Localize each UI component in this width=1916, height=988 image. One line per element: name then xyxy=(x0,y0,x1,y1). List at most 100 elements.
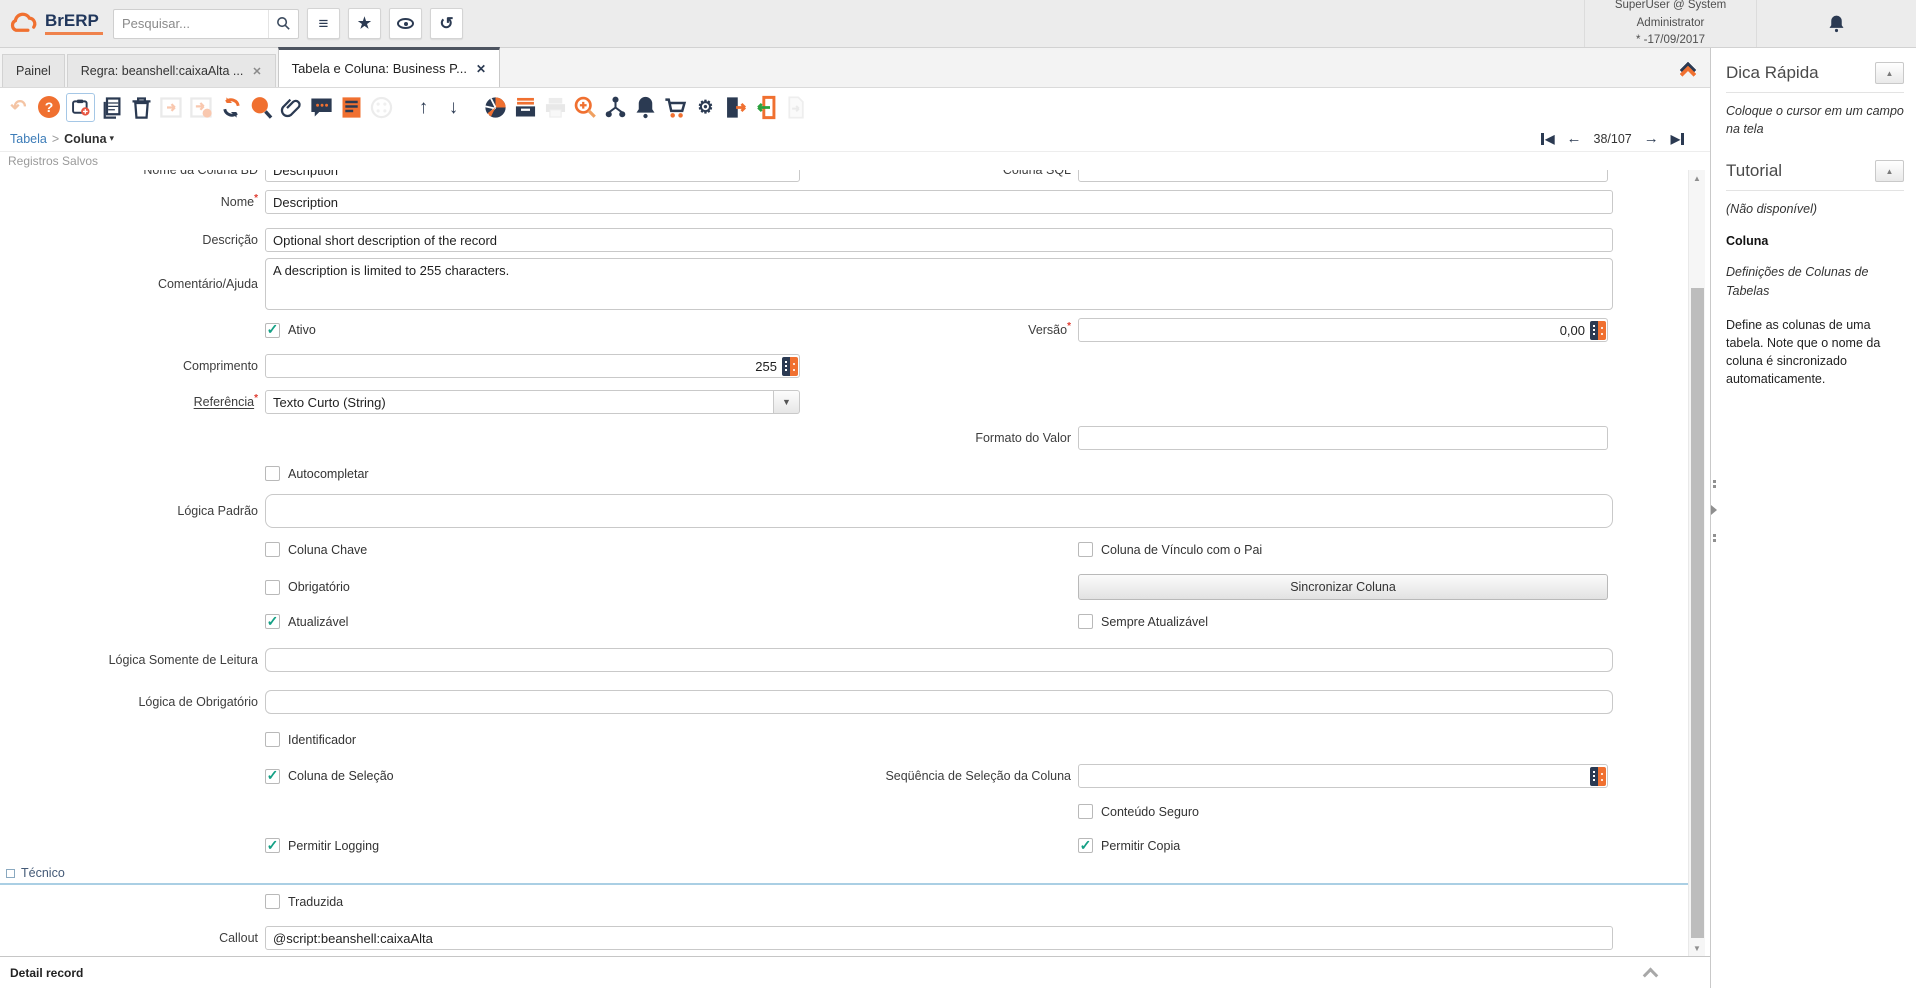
expand-detail-icon[interactable] xyxy=(1642,967,1659,984)
nome-coluna-bd-field[interactable]: Description xyxy=(265,170,800,182)
obrigatorio-checkbox[interactable] xyxy=(265,579,280,595)
workflow-icon[interactable] xyxy=(602,94,629,121)
customize-icon[interactable] xyxy=(368,94,395,121)
autocompletar-checkbox[interactable] xyxy=(265,466,280,481)
logica-obrigatorio-field[interactable] xyxy=(265,690,1613,714)
vertical-scrollbar[interactable]: ▲ ▼ xyxy=(1688,170,1705,956)
ativo-checkbox[interactable]: ✓ xyxy=(265,322,280,338)
window-tabstrip: Painel Regra: beanshell:caixaAlta ... ✕ T… xyxy=(0,47,1710,88)
close-icon[interactable]: ✕ xyxy=(252,65,261,78)
permitir-copia-checkbox[interactable]: ✓ xyxy=(1078,838,1093,853)
new-record-button[interactable] xyxy=(66,92,95,122)
tab-regra[interactable]: Regra: beanshell:caixaAlta ... ✕ xyxy=(66,54,276,87)
search-input[interactable] xyxy=(114,16,268,31)
logo-tagline xyxy=(45,32,103,35)
user-menu[interactable]: SuperUser @ System Administrator * -17/0… xyxy=(1584,0,1756,47)
tab-painel[interactable]: Painel xyxy=(2,54,65,87)
coluna-sql-field[interactable] xyxy=(1078,170,1608,182)
atualizavel-checkbox[interactable]: ✓ xyxy=(265,614,280,629)
combo-arrow-button[interactable]: ▼ xyxy=(774,390,800,414)
calculator-icon[interactable] xyxy=(1590,767,1606,786)
checkbox-label: Traduzida xyxy=(288,894,344,909)
first-record-icon[interactable]: ◀ xyxy=(1541,132,1555,145)
coluna-chave-checkbox[interactable] xyxy=(265,542,280,557)
header-right: SuperUser @ System Administrator * -17/0… xyxy=(1584,0,1916,47)
recent-viewed-button[interactable] xyxy=(389,8,422,39)
formato-valor-field[interactable] xyxy=(1078,426,1608,450)
next-record-icon[interactable]: → xyxy=(1644,131,1659,146)
sequencia-selecao-field[interactable] xyxy=(1078,764,1608,788)
close-icon[interactable]: ✕ xyxy=(476,62,486,76)
requery-icon[interactable] xyxy=(218,94,245,121)
save-create-icon[interactable] xyxy=(188,94,215,121)
process-icon[interactable]: ⚙ xyxy=(692,94,719,121)
find-icon[interactable] xyxy=(248,94,275,121)
traduzida-checkbox[interactable] xyxy=(265,894,280,909)
form-row: ✓ Atualizável Sempre Atualizável xyxy=(7,614,1608,629)
sempre-atualizavel-checkbox[interactable] xyxy=(1078,614,1093,629)
menu-button[interactable]: ≡ xyxy=(307,8,340,39)
notifications-button[interactable] xyxy=(1756,0,1916,47)
tab-tabela-coluna[interactable]: Tabela e Coluna: Business P... ✕ xyxy=(277,47,500,87)
descricao-field[interactable]: Optional short description of the record xyxy=(265,228,1613,252)
permitir-logging-checkbox[interactable]: ✓ xyxy=(265,838,280,853)
splitter-grip[interactable] xyxy=(1713,534,1716,537)
parent-record-icon[interactable]: ↑ xyxy=(410,94,437,121)
delete-selection-icon[interactable] xyxy=(158,94,185,121)
archive-icon[interactable] xyxy=(512,94,539,121)
scroll-down-icon[interactable]: ▼ xyxy=(1689,941,1705,955)
scrollbar-thumb[interactable] xyxy=(1691,288,1704,938)
coluna-vinculo-pai-checkbox[interactable] xyxy=(1078,542,1093,557)
comprimento-field[interactable]: 255 xyxy=(265,354,800,378)
callout-field[interactable]: @script:beanshell:caixaAlta xyxy=(265,926,1613,950)
referencia-combobox[interactable]: Texto Curto (String) ▼ xyxy=(265,390,800,414)
splitter-grip[interactable] xyxy=(1713,480,1716,483)
field-label: Lógica Somente de Leitura xyxy=(108,652,258,667)
search-button[interactable] xyxy=(268,9,298,38)
tecnico-group-header[interactable]: Técnico xyxy=(0,866,1688,885)
request-icon[interactable] xyxy=(662,94,689,121)
help-icon[interactable]: ? xyxy=(38,96,60,118)
sincronizar-coluna-button[interactable]: Sincronizar Coluna xyxy=(1078,574,1608,600)
attachment-icon[interactable] xyxy=(278,94,305,121)
breadcrumb-current[interactable]: Coluna xyxy=(64,132,106,146)
coluna-selecao-checkbox[interactable]: ✓ xyxy=(265,768,280,784)
identificador-checkbox[interactable] xyxy=(265,732,280,747)
logica-padrao-field[interactable] xyxy=(265,494,1613,528)
calculator-icon[interactable] xyxy=(1590,321,1606,340)
log-icon[interactable] xyxy=(338,94,365,121)
print-icon[interactable] xyxy=(542,94,569,121)
favorites-button[interactable]: ★ xyxy=(348,8,381,39)
conteudo-seguro-checkbox[interactable] xyxy=(1078,804,1093,819)
collapse-tutorial-button[interactable]: ▲ xyxy=(1875,160,1904,183)
last-record-icon[interactable]: ▶ xyxy=(1671,132,1684,145)
logica-somente-leitura-field[interactable] xyxy=(265,648,1613,672)
chevron-down-icon[interactable]: ▾ xyxy=(110,133,115,144)
form-row: Nome* Description xyxy=(7,190,1613,214)
breadcrumb-parent[interactable]: Tabela xyxy=(10,132,47,146)
tutorial-subtitle: Definições de Colunas de Tabelas xyxy=(1726,265,1869,298)
alert-icon[interactable] xyxy=(632,94,659,121)
csv-import-icon[interactable] xyxy=(782,94,809,121)
scroll-up-icon[interactable]: ▲ xyxy=(1689,171,1705,185)
calculator-icon[interactable] xyxy=(782,357,798,376)
collapse-header-button[interactable] xyxy=(1679,61,1697,83)
ignore-changes-icon[interactable]: ↶ xyxy=(5,94,32,121)
zoom-across-icon[interactable] xyxy=(572,94,599,121)
comentario-field[interactable]: A description is limited to 255 characte… xyxy=(265,258,1613,310)
export-icon[interactable] xyxy=(722,94,749,121)
versao-field[interactable]: 0,00 xyxy=(1078,318,1608,342)
chart-icon[interactable] xyxy=(482,94,509,121)
history-button[interactable]: ↺ xyxy=(430,8,463,39)
referencia-field[interactable]: Texto Curto (String) xyxy=(265,390,774,414)
previous-record-icon[interactable]: ← xyxy=(1567,131,1582,146)
delete-record-icon[interactable] xyxy=(128,94,155,121)
splitter-collapse-icon[interactable] xyxy=(1711,505,1717,515)
collapse-quick-tip-button[interactable]: ▲ xyxy=(1875,62,1904,84)
copy-record-icon[interactable] xyxy=(98,94,125,121)
end-window-icon[interactable] xyxy=(752,94,779,121)
chat-icon[interactable] xyxy=(308,94,335,121)
detail-record-icon[interactable]: ↓ xyxy=(440,94,467,121)
brerp-logo[interactable]: BrERP xyxy=(0,9,111,39)
nome-field[interactable]: Description xyxy=(265,190,1613,214)
